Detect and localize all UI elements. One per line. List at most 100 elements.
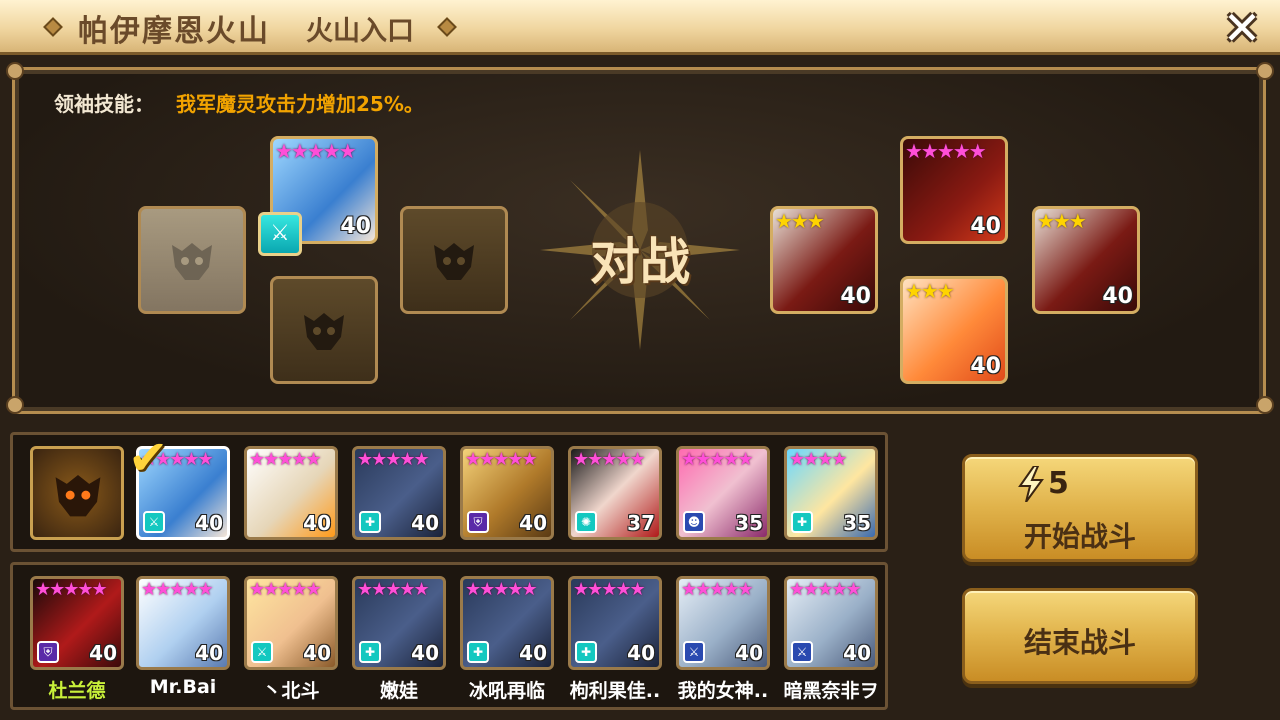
star-rating: ★★★★	[789, 449, 848, 470]
sword-icon: ⚔	[251, 641, 273, 663]
roster-monster-name: Mr.Bai	[149, 676, 217, 698]
enemy-monster[interactable]: ★★★ 40	[900, 276, 1008, 384]
title-bar: 帕伊摩恩火山 火山入口 ✕	[0, 0, 1280, 55]
star-rating: ★★★	[905, 279, 955, 303]
roster-monster[interactable]: ★★★★★ ⛨ 40	[30, 576, 124, 670]
roster-monster[interactable]: ★★★★★ ⚔ 40	[676, 576, 770, 670]
star-rating: ★★★★★	[357, 579, 430, 600]
monster-level: 40	[411, 641, 439, 665]
energy-cost: 5	[1048, 466, 1069, 501]
shield-icon: ⛨	[467, 511, 489, 533]
end-battle-label: 结束战斗	[1023, 626, 1136, 659]
star-rating: ★★★★★	[35, 579, 108, 600]
roster-monster[interactable]: ★★★★★ 40	[136, 576, 230, 670]
close-button[interactable]: ✕	[1216, 1, 1268, 55]
body-icon: ✚	[467, 641, 489, 663]
shield-icon: ⛨	[37, 641, 59, 663]
star-rating: ★★★	[1037, 209, 1087, 233]
monster-level: 37	[627, 511, 655, 535]
roster-monster[interactable]: ★★★★★ ✚ 40	[352, 446, 446, 540]
star-rating: ★★★★★	[573, 579, 646, 600]
monster-level: 40	[970, 354, 1001, 379]
monster-level: 40	[627, 641, 655, 665]
corner-ornament	[6, 62, 24, 80]
selected-check-icon: ✔	[128, 430, 169, 486]
monster-silhouette-icon	[304, 313, 344, 350]
roster-monster-name: 冰吼再临	[468, 680, 545, 702]
monster-level: 40	[735, 641, 763, 665]
versus-label: 对战	[590, 233, 690, 291]
enemy-monster[interactable]: ★★★ 40	[770, 206, 878, 314]
monster-level: 40	[519, 641, 547, 665]
roster-monster-name: 杜兰德	[48, 680, 106, 702]
roster-monster[interactable]: ★★★★★ 40	[244, 446, 338, 540]
end-battle-button[interactable]: 结束战斗	[962, 588, 1198, 684]
star-rating: ★★★	[775, 209, 825, 233]
monster-level: 40	[303, 511, 331, 535]
roster-monster[interactable]: ★★★★★ ✚ 40	[460, 576, 554, 670]
monster-level: 40	[840, 284, 871, 309]
corner-ornament	[1256, 62, 1274, 80]
leader-filter-button[interactable]	[30, 446, 124, 540]
monster-level: 40	[303, 641, 331, 665]
monster-silhouette-icon	[434, 243, 474, 280]
roster-monster[interactable]: ★★★★★ ✚ 40	[352, 576, 446, 670]
ally-slot-empty[interactable]	[270, 276, 378, 384]
start-battle-button[interactable]: 开始战斗	[962, 454, 1198, 562]
monster-level: 40	[411, 511, 439, 535]
energy-bolt-icon	[1018, 466, 1044, 502]
ally-slot-empty[interactable]	[400, 206, 508, 314]
star-rating: ★★★★★	[905, 139, 987, 163]
body-icon: ✚	[791, 511, 813, 533]
sword-icon: ⚔	[143, 511, 165, 533]
corner-ornament	[6, 396, 24, 414]
burst-icon: ✺	[575, 511, 597, 533]
roster-monster-name: 丶北斗	[262, 680, 320, 702]
star-rating: ★★★★★	[465, 579, 538, 600]
monster-level: 40	[195, 641, 223, 665]
monster-level: 35	[843, 511, 871, 535]
monster-silhouette-icon	[172, 243, 212, 280]
roster-monster[interactable]: ★★★★★ ☻ 35	[676, 446, 770, 540]
start-battle-label: 开始战斗	[1023, 520, 1136, 553]
star-rating: ★★★★★	[249, 449, 322, 470]
enemy-monster[interactable]: ★★★★★ 40	[900, 136, 1008, 244]
monster-level: 35	[735, 511, 763, 535]
sword-icon: ⚔	[258, 212, 302, 256]
right-diamond-ornament	[437, 17, 457, 37]
star-rating: ★★★★★	[681, 579, 754, 600]
monster-level: 40	[340, 214, 371, 239]
body-icon: ✚	[359, 641, 381, 663]
star-rating: ★★★★★	[249, 579, 322, 600]
leader-skill-label: 领袖技能：	[54, 92, 154, 116]
roster-monster-name: 枸利果佳..	[569, 680, 661, 702]
monster-level: 40	[195, 511, 223, 535]
corner-ornament	[1256, 396, 1274, 414]
monster-level: 40	[1102, 284, 1133, 309]
star-rating: ★★★★★	[789, 579, 862, 600]
star-rating: ★★★★★	[141, 579, 214, 600]
roster-monster[interactable]: ★★★★★ ⚔ 40	[784, 576, 878, 670]
roster-monster[interactable]: ★★★★★ ⚔ 40	[244, 576, 338, 670]
roster-monster[interactable]: ★★★★★ ✚ 40	[568, 576, 662, 670]
body-icon: ✚	[575, 641, 597, 663]
roster-monster[interactable]: ★★★★★ ⛨ 40	[460, 446, 554, 540]
enemy-monster[interactable]: ★★★ 40	[1032, 206, 1140, 314]
star-rating: ★★★★★	[681, 449, 754, 470]
left-diamond-ornament	[43, 17, 63, 37]
sword-icon: ⚔	[683, 641, 705, 663]
ally-slot-empty[interactable]	[138, 206, 246, 314]
roster-monster[interactable]: ★★★★ ✚ 35	[784, 446, 878, 540]
face-icon: ☻	[683, 511, 705, 533]
stage-name: 火山入口	[306, 16, 414, 47]
star-rating: ★★★★★	[465, 449, 538, 470]
body-icon: ✚	[359, 511, 381, 533]
monster-level: 40	[843, 641, 871, 665]
roster-monster-name: 嫩娃	[379, 680, 418, 702]
sword-icon: ⚔	[791, 641, 813, 663]
roster-monster-name: 暗黑奈非ヲ	[783, 680, 879, 702]
monster-level: 40	[970, 214, 1001, 239]
star-rating: ★★★★★	[275, 139, 357, 163]
roster-monster[interactable]: ★★★★★ ✺ 37	[568, 446, 662, 540]
monster-level: 40	[519, 511, 547, 535]
